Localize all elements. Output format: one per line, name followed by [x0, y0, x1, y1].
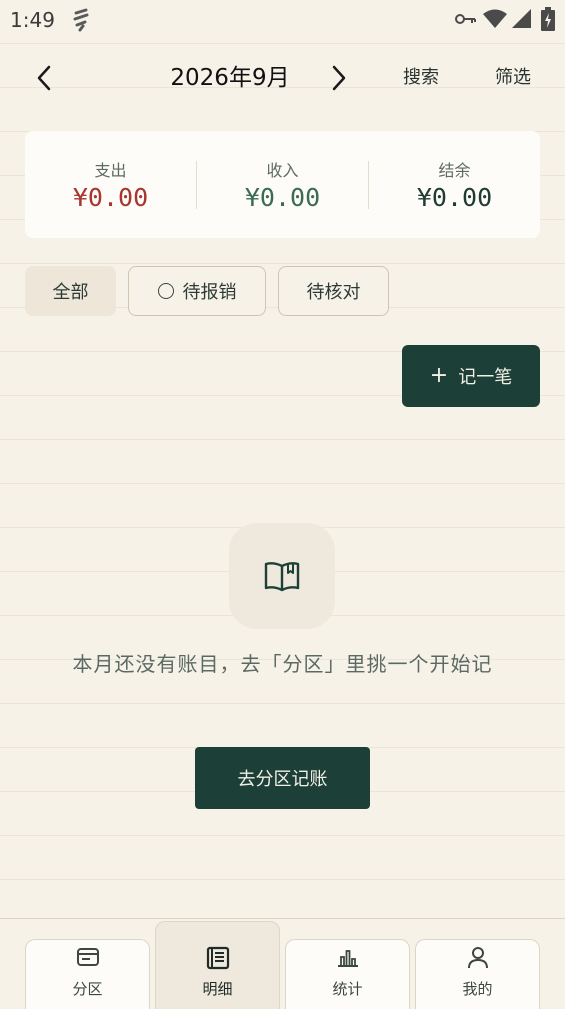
expense-summary: 支出 ¥0.00 [25, 131, 196, 238]
balance-value: ¥0.00 [416, 183, 493, 212]
filter-chip-all[interactable]: 全部 [25, 266, 116, 316]
balance-label: 结余 [438, 161, 471, 180]
user-icon [467, 947, 488, 969]
filter-chip-label: 待核对 [306, 282, 361, 303]
expense-label: 支出 [94, 161, 127, 180]
add-entry-button[interactable]: + 记一笔 [402, 345, 540, 407]
bottom-nav: 分区 明细 统计 我的 [0, 918, 565, 1009]
tab-label: 分区 [72, 980, 103, 998]
summary-card: 支出 ¥0.00 收入 ¥0.00 结余 ¥0.00 [25, 131, 540, 238]
income-label: 收入 [266, 161, 299, 180]
filter-button[interactable]: 筛选 [495, 64, 531, 92]
plus-icon: + [429, 363, 449, 388]
key-icon [455, 14, 476, 24]
tab-label: 我的 [462, 980, 493, 998]
bar-chart-icon [337, 950, 358, 967]
add-entry-label: 记一笔 [458, 367, 513, 388]
list-doc-icon [206, 946, 229, 970]
tab-statistics[interactable]: 统计 [285, 939, 410, 1009]
tab-label: 统计 [332, 980, 363, 998]
status-bar: 1:49 [0, 0, 565, 40]
prev-month-button[interactable] [26, 60, 62, 96]
income-value: ¥0.00 [244, 183, 321, 212]
signal-icon [512, 9, 531, 28]
tab-sections[interactable]: 分区 [25, 939, 150, 1009]
search-button[interactable]: 搜索 [403, 64, 439, 92]
expense-value: ¥0.00 [72, 183, 149, 212]
chevron-right-icon [332, 65, 346, 91]
status-time: 1:49 [10, 8, 55, 32]
go-to-sections-button[interactable]: 去分区记账 [195, 747, 370, 809]
filter-chip-pending-check[interactable]: 待核对 [278, 266, 389, 316]
tab-details[interactable]: 明细 [155, 921, 280, 1009]
next-month-button[interactable] [321, 60, 357, 96]
wifi-icon [483, 9, 507, 28]
balance-summary: 结余 ¥0.00 [369, 131, 540, 238]
empty-state-icon-box [229, 523, 335, 629]
tab-me[interactable]: 我的 [415, 939, 540, 1009]
book-icon [264, 562, 300, 592]
battery-icon [541, 7, 555, 31]
month-title[interactable]: 2026年9月 [110, 60, 350, 96]
wallet-icon [76, 948, 99, 966]
filter-chip-pending-reimburse[interactable]: 待报销 [128, 266, 266, 316]
filter-chip-label: 待报销 [182, 282, 237, 303]
filter-chip-label: 全部 [52, 282, 89, 303]
income-summary: 收入 ¥0.00 [197, 131, 368, 238]
chevron-left-icon [37, 65, 51, 91]
tab-label: 明细 [202, 980, 233, 998]
empty-state-message: 本月还没有账目，去「分区」里挑一个开始记 [72, 652, 493, 676]
notification-icon [73, 8, 89, 32]
radio-circle-icon [157, 283, 174, 299]
